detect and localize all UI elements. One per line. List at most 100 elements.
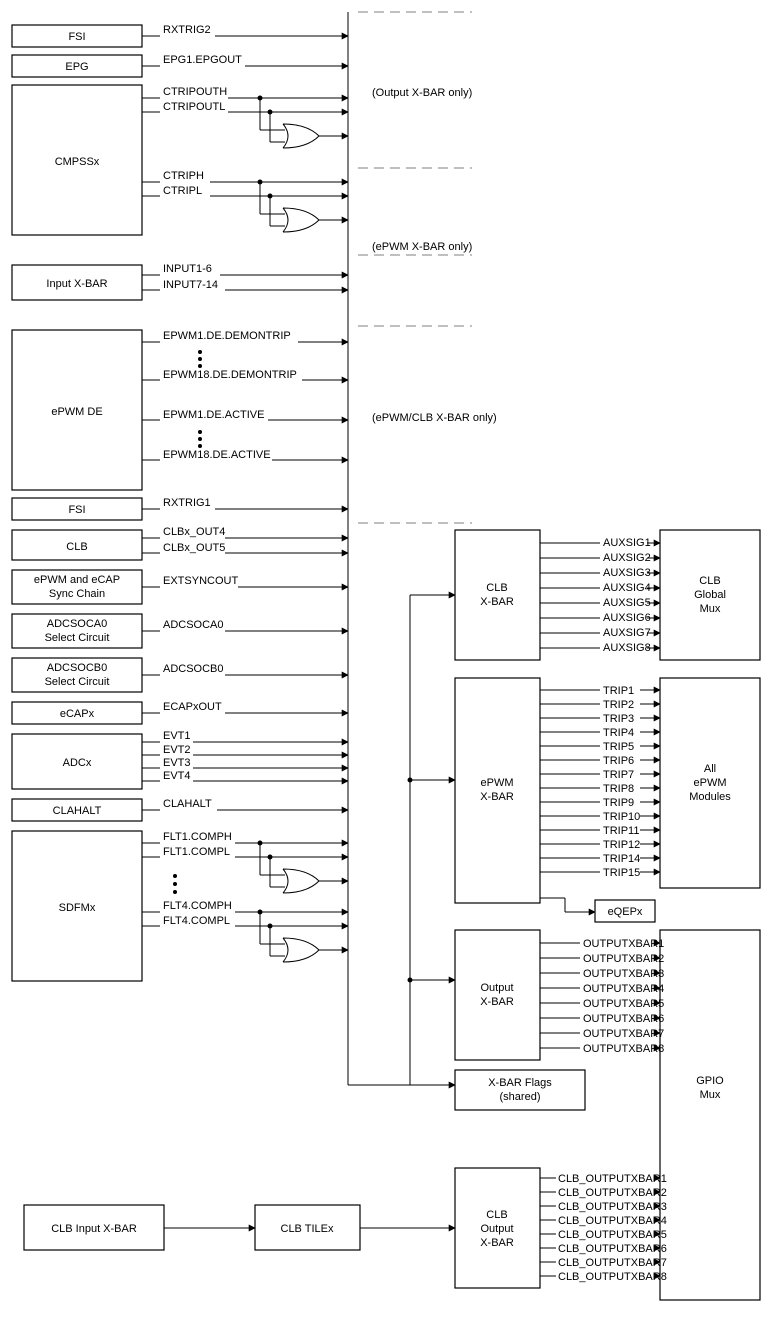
- svg-text:TRIP7: TRIP7: [603, 769, 634, 781]
- svg-text:CLB: CLB: [699, 575, 720, 587]
- svg-text:AUXSIG6: AUXSIG6: [603, 612, 651, 624]
- svg-text:ePWM and eCAP: ePWM and eCAP: [34, 574, 120, 586]
- sig-epwm1-active: EPWM1.DE.ACTIVE: [163, 409, 264, 421]
- sig-evt2: EVT2: [163, 744, 191, 756]
- sig-flt1-compl: FLT1.COMPL: [163, 846, 230, 858]
- svg-text:X-BAR: X-BAR: [480, 596, 514, 608]
- svg-text:TRIP8: TRIP8: [603, 783, 634, 795]
- svg-text:AUXSIG7: AUXSIG7: [603, 627, 651, 639]
- svg-text:Mux: Mux: [700, 603, 721, 615]
- svg-text:Global: Global: [694, 589, 726, 601]
- svg-text:ePWM DE: ePWM DE: [51, 406, 102, 418]
- svg-text:CLB_OUTPUTXBAR4: CLB_OUTPUTXBAR4: [558, 1215, 667, 1227]
- svg-text:TRIP3: TRIP3: [603, 713, 634, 725]
- svg-text:FSI: FSI: [68, 31, 85, 43]
- block-xbar-flags: [455, 1070, 585, 1110]
- svg-text:Output: Output: [480, 1223, 513, 1235]
- svg-text:ADCSOCA0: ADCSOCA0: [47, 618, 108, 630]
- svg-text:TRIP10: TRIP10: [603, 811, 640, 823]
- svg-text:CLB_OUTPUTXBAR1: CLB_OUTPUTXBAR1: [558, 1173, 667, 1185]
- sig-ctripouth: CTRIPOUTH: [163, 86, 227, 98]
- svg-text:OUTPUTXBAR6: OUTPUTXBAR6: [583, 1013, 664, 1025]
- sig-flt1-comph: FLT1.COMPH: [163, 831, 232, 843]
- svg-text:CLB: CLB: [66, 541, 87, 553]
- svg-text:TRIP6: TRIP6: [603, 755, 634, 767]
- svg-text:TRIP12: TRIP12: [603, 839, 640, 851]
- svg-text:All: All: [704, 763, 716, 775]
- svg-text:eQEPx: eQEPx: [608, 906, 643, 918]
- sig-ecapxout: ECAPxOUT: [163, 701, 222, 713]
- svg-text:Select Circuit: Select Circuit: [45, 632, 110, 644]
- sig-clbx-out4: CLBx_OUT4: [163, 526, 225, 538]
- svg-text:TRIP9: TRIP9: [603, 797, 634, 809]
- svg-text:CLB: CLB: [486, 582, 507, 594]
- svg-text:SDFMx: SDFMx: [59, 902, 96, 914]
- svg-text:OUTPUTXBAR7: OUTPUTXBAR7: [583, 1028, 664, 1040]
- svg-text:AUXSIG5: AUXSIG5: [603, 597, 651, 609]
- svg-text:Output: Output: [480, 982, 513, 994]
- svg-text:TRIP11: TRIP11: [603, 825, 639, 837]
- svg-text:AUXSIG2: AUXSIG2: [603, 552, 651, 564]
- sig-flt4-comph: FLT4.COMPH: [163, 900, 232, 912]
- sig-epwm18-active: EPWM18.DE.ACTIVE: [163, 449, 271, 461]
- svg-text:OUTPUTXBAR5: OUTPUTXBAR5: [583, 998, 664, 1010]
- note-epwm-clb-xbar-only: (ePWM/CLB X-BAR only): [372, 412, 497, 424]
- svg-text:AUXSIG3: AUXSIG3: [603, 567, 651, 579]
- svg-text:CMPSSx: CMPSSx: [55, 156, 100, 168]
- sig-extsyncout: EXTSYNCOUT: [163, 575, 238, 587]
- svg-text:Select Circuit: Select Circuit: [45, 676, 110, 688]
- svg-text:TRIP2: TRIP2: [603, 699, 634, 711]
- sig-clbx-out5: CLBx_OUT5: [163, 542, 225, 554]
- svg-text:Mux: Mux: [700, 1089, 721, 1101]
- sig-evt3: EVT3: [163, 757, 191, 769]
- svg-text:CLB_OUTPUTXBAR7: CLB_OUTPUTXBAR7: [558, 1257, 667, 1269]
- sig-flt4-compl: FLT4.COMPL: [163, 915, 230, 927]
- svg-text:OUTPUTXBAR8: OUTPUTXBAR8: [583, 1043, 664, 1055]
- svg-text:(shared): (shared): [500, 1091, 541, 1103]
- sig-rxtrig1: RXTRIG1: [163, 497, 211, 509]
- sig-input7-14: INPUT7-14: [163, 279, 218, 291]
- svg-text:OUTPUTXBAR1: OUTPUTXBAR1: [583, 938, 664, 950]
- svg-text:TRIP4: TRIP4: [603, 727, 634, 739]
- svg-text:CLB_OUTPUTXBAR6: CLB_OUTPUTXBAR6: [558, 1243, 667, 1255]
- sig-input1-6: INPUT1-6: [163, 263, 212, 275]
- sig-ctripoutl: CTRIPOUTL: [163, 101, 225, 113]
- sig-epg1-epgout: EPG1.EPGOUT: [163, 54, 242, 66]
- svg-text:AUXSIG1: AUXSIG1: [603, 537, 651, 549]
- svg-text:ADCSOCB0: ADCSOCB0: [47, 662, 108, 674]
- svg-text:CLB_OUTPUTXBAR8: CLB_OUTPUTXBAR8: [558, 1271, 667, 1283]
- svg-text:CLB: CLB: [486, 1209, 507, 1221]
- svg-text:TRIP5: TRIP5: [603, 741, 634, 753]
- sig-rxtrig2: RXTRIG2: [163, 24, 211, 36]
- sig-clahalt: CLAHALT: [163, 798, 212, 810]
- svg-text:Modules: Modules: [689, 791, 731, 803]
- block-clb-xbar: [455, 530, 540, 660]
- svg-text:CLB_OUTPUTXBAR3: CLB_OUTPUTXBAR3: [558, 1201, 667, 1213]
- sig-ctriph: CTRIPH: [163, 170, 204, 182]
- sig-ctripl: CTRIPL: [163, 185, 202, 197]
- sig-adcsoca0: ADCSOCA0: [163, 619, 224, 631]
- note-epwm-xbar-only: (ePWM X-BAR only): [372, 241, 472, 253]
- svg-text:TRIP14: TRIP14: [603, 853, 640, 865]
- block-diagram: (Output X-BAR only) (ePWM X-BAR only) (e…: [0, 0, 777, 1331]
- clb-outputxbar-lines: CLB_OUTPUTXBAR1 CLB_OUTPUTXBAR2 CLB_OUTP…: [540, 1173, 667, 1283]
- auxsig-lines: AUXSIG1 AUXSIG2 AUXSIG3 AUXSIG4 AUXSIG5 …: [540, 537, 660, 654]
- svg-text:FSI: FSI: [68, 504, 85, 516]
- svg-text:X-BAR Flags: X-BAR Flags: [488, 1077, 552, 1089]
- svg-text:OUTPUTXBAR2: OUTPUTXBAR2: [583, 953, 664, 965]
- trip-lines: TRIP1 TRIP2 TRIP3 TRIP4 TRIP5 TRIP6 TRIP…: [540, 685, 660, 879]
- svg-text:CLB TILEx: CLB TILEx: [281, 1223, 334, 1235]
- svg-text:TRIP15: TRIP15: [603, 867, 640, 879]
- svg-text:ADCx: ADCx: [63, 757, 92, 769]
- svg-text:EPG: EPG: [65, 61, 88, 73]
- sig-evt1: EVT1: [163, 730, 191, 742]
- svg-text:Sync Chain: Sync Chain: [49, 588, 105, 600]
- svg-text:X-BAR: X-BAR: [480, 996, 514, 1008]
- svg-text:CLB Input X-BAR: CLB Input X-BAR: [51, 1223, 137, 1235]
- svg-text:OUTPUTXBAR4: OUTPUTXBAR4: [583, 983, 664, 995]
- svg-text:AUXSIG8: AUXSIG8: [603, 642, 651, 654]
- svg-text:X-BAR: X-BAR: [480, 1237, 514, 1249]
- svg-text:CLB_OUTPUTXBAR5: CLB_OUTPUTXBAR5: [558, 1229, 667, 1241]
- sig-epwm18-demontrip: EPWM18.DE.DEMONTRIP: [163, 369, 297, 381]
- svg-text:GPIO: GPIO: [696, 1075, 724, 1087]
